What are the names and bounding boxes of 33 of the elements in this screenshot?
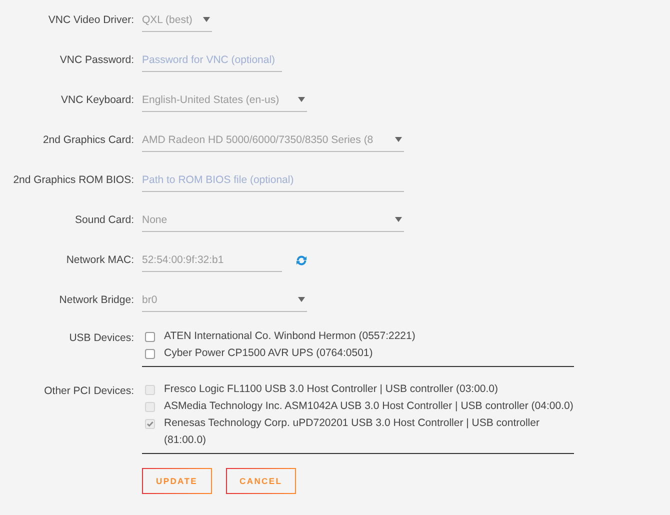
field-label: Sound Card: (74, 214, 135, 226)
field-label: Network MAC: (65, 254, 135, 266)
device-name: ASMedia Technology Inc. ASM1042A USB 3.0 Host Controller | USB controller (04:00.0) (164, 399, 574, 414)
field-label: USB Devices: (68, 332, 135, 344)
field-label: VNC Password: (58, 54, 135, 66)
field-label: Network Bridge: (58, 294, 135, 306)
dropdown[interactable]: None (142, 208, 404, 232)
checkbox[interactable] (145, 332, 155, 342)
dropdown[interactable]: English-United States (en-us) (142, 88, 307, 112)
device-name: Cyber Power CP1500 AVR UPS (0764:0501) (164, 346, 373, 361)
caret-icon (395, 217, 402, 222)
caret-icon (203, 17, 210, 22)
action-button[interactable]: CANCEL (226, 468, 296, 494)
checkbox[interactable] (145, 349, 155, 359)
device-name: Renesas Technology Corp. uPD720201 USB 3.0 Host Controller | USB controller (81:00.0) (164, 416, 540, 448)
caret-icon (298, 97, 305, 102)
field-label: VNC Video Driver: (47, 14, 135, 26)
device-name: Fresco Logic FL1100 USB 3.0 Host Controller | USB controller (03:00.0) (164, 382, 498, 397)
dropdown[interactable]: QXL (best) (142, 8, 212, 32)
field-label: Other PCI Devices: (43, 385, 135, 397)
dropdown[interactable]: AMD Radeon HD 5000/6000/7350/8350 Series (8 (142, 128, 404, 152)
input-field[interactable]: Path to ROM BIOS file (optional) (142, 168, 404, 192)
device-name: ATEN International Co. Winbond Hermon (0557:2221) (164, 329, 416, 344)
action-button[interactable]: UPDATE (142, 468, 212, 494)
input-field[interactable]: Password for VNC (optional) (142, 48, 282, 72)
field-label: 2nd Graphics Card: (42, 134, 135, 146)
caret-icon (298, 297, 305, 302)
refresh-icon[interactable] (296, 254, 307, 266)
dropdown[interactable]: br0 (142, 288, 307, 312)
field-label: 2nd Graphics ROM BIOS: (12, 174, 135, 186)
caret-icon (395, 137, 402, 142)
field-label: VNC Keyboard: (60, 94, 135, 106)
input-field[interactable]: 52:54:00:9f:32:b1 (142, 248, 282, 272)
